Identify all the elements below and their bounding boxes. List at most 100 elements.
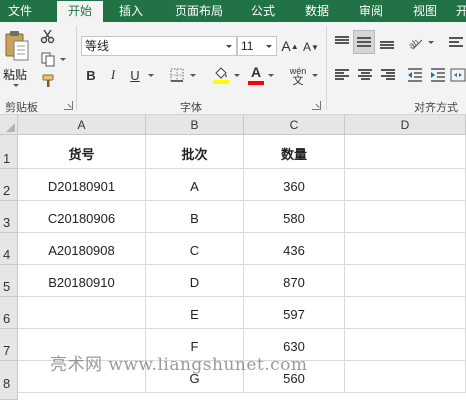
borders-button[interactable]	[168, 66, 186, 84]
row-header[interactable]: 4	[0, 233, 18, 265]
grow-font-label: A	[281, 38, 291, 54]
borders-dropdown-icon[interactable]	[190, 74, 196, 77]
underline-button[interactable]: U	[126, 66, 144, 84]
paste-label[interactable]: 粘贴	[3, 66, 27, 83]
tab-view[interactable]: 视图	[405, 0, 445, 22]
decrease-indent-button[interactable]	[405, 66, 425, 84]
fill-color-button[interactable]	[211, 64, 231, 86]
font-launcher-icon[interactable]	[312, 101, 321, 110]
cell-a4[interactable]: A20180908	[18, 233, 146, 265]
orientation-button[interactable]: ab	[405, 32, 425, 52]
merge-cells-icon	[450, 68, 466, 82]
cell-a5[interactable]: B20180910	[18, 265, 146, 297]
cell-b5[interactable]: D	[146, 265, 244, 297]
cell-d1[interactable]	[345, 135, 466, 169]
scissors-icon	[40, 29, 55, 44]
italic-button[interactable]: I	[104, 66, 122, 84]
increase-indent-button[interactable]	[428, 66, 448, 84]
cut-button[interactable]	[38, 26, 58, 46]
wrap-text-icon	[449, 36, 463, 48]
wrap-text-button[interactable]	[446, 32, 466, 52]
cell-d3[interactable]	[345, 201, 466, 233]
tab-insert[interactable]: 插入	[110, 0, 152, 22]
shrink-font-button[interactable]: A ▼	[302, 37, 320, 57]
tab-file[interactable]: 文件	[0, 0, 40, 22]
row-header[interactable]: 5	[0, 265, 18, 297]
cell-d6[interactable]	[345, 297, 466, 329]
align-right-button[interactable]	[378, 66, 398, 84]
cell-c2[interactable]: 360	[244, 169, 345, 201]
cell-c5[interactable]: 870	[244, 265, 345, 297]
font-color-dropdown-icon[interactable]	[268, 74, 274, 77]
row-header[interactable]: 6	[0, 297, 18, 329]
font-size-dropdown-icon[interactable]	[262, 37, 276, 55]
row-header[interactable]: 3	[0, 201, 18, 233]
tab-data[interactable]: 数据	[296, 0, 338, 22]
font-name-dropdown-icon[interactable]	[222, 37, 236, 55]
cell-c1[interactable]: 数量	[244, 135, 345, 169]
column-header-d[interactable]: D	[345, 115, 466, 135]
grow-font-button[interactable]: A ▲	[281, 36, 299, 56]
cell-b3[interactable]: B	[146, 201, 244, 233]
tab-page-layout[interactable]: 页面布局	[167, 0, 231, 22]
tab-home[interactable]: 开始	[57, 1, 103, 22]
column-header-a[interactable]: A	[18, 115, 146, 135]
paste-dropdown-icon[interactable]	[13, 84, 19, 87]
cell-a6[interactable]	[18, 297, 146, 329]
align-left-button[interactable]	[332, 66, 352, 84]
cell-a1[interactable]: 货号	[18, 135, 146, 169]
select-all-corner[interactable]	[0, 115, 18, 135]
paste-button[interactable]	[4, 28, 30, 64]
clipboard-launcher-icon[interactable]	[64, 101, 73, 110]
font-color-button[interactable]: A	[246, 64, 266, 86]
cell-d2[interactable]	[345, 169, 466, 201]
cell-d4[interactable]	[345, 233, 466, 265]
align-center-button[interactable]	[355, 66, 375, 84]
format-painter-button[interactable]	[38, 72, 58, 90]
orientation-dropdown-icon[interactable]	[428, 41, 434, 44]
row-header[interactable]: 7	[0, 329, 18, 361]
tab-review[interactable]: 审阅	[350, 0, 392, 22]
phonetic-dropdown-icon[interactable]	[312, 74, 318, 77]
font-size-box[interactable]: 11	[237, 36, 277, 56]
fill-color-dropdown-icon[interactable]	[234, 74, 240, 77]
bottom-align-button[interactable]	[377, 32, 397, 52]
group-separator	[326, 26, 327, 110]
copy-dropdown-icon[interactable]	[60, 58, 66, 61]
cell-c4[interactable]: 436	[244, 233, 345, 265]
middle-align-button[interactable]	[353, 30, 375, 54]
merge-center-button[interactable]	[450, 66, 466, 84]
cell-c6[interactable]: 597	[244, 297, 345, 329]
cell-b6[interactable]: E	[146, 297, 244, 329]
cell-d8[interactable]	[345, 361, 466, 393]
font-name-box[interactable]: 等线	[81, 36, 237, 56]
underline-dropdown-icon[interactable]	[148, 74, 154, 77]
cell-b1[interactable]: 批次	[146, 135, 244, 169]
bottom-align-icon	[380, 36, 394, 49]
cell-a3[interactable]: C20180906	[18, 201, 146, 233]
row-header[interactable]: 1	[0, 135, 18, 169]
column-header-b[interactable]: B	[146, 115, 244, 135]
font-size-value: 11	[241, 39, 254, 53]
cell-d7[interactable]	[345, 329, 466, 361]
column-header-c[interactable]: C	[244, 115, 345, 135]
tab-formulas[interactable]: 公式	[243, 0, 283, 22]
group-label-alignment: 对齐方式	[414, 102, 458, 114]
paint-bucket-icon	[215, 67, 227, 79]
tab-partial[interactable]: 开	[455, 0, 466, 22]
copy-icon	[41, 52, 55, 67]
ribbon-tab-bar: 文件 开始 插入 页面布局 公式 数据 审阅 视图 开	[0, 0, 466, 22]
bold-button[interactable]: B	[82, 66, 100, 84]
row-header[interactable]: 8	[0, 361, 18, 400]
align-center-icon	[358, 69, 372, 81]
paintbrush-icon	[42, 74, 54, 87]
cell-d5[interactable]	[345, 265, 466, 297]
cell-b2[interactable]: A	[146, 169, 244, 201]
top-align-button[interactable]	[332, 32, 352, 52]
copy-button[interactable]	[38, 50, 58, 68]
cell-a2[interactable]: D20180901	[18, 169, 146, 201]
row-header[interactable]: 2	[0, 169, 18, 201]
phonetic-guide-button[interactable]: wén 文	[286, 64, 310, 88]
cell-c3[interactable]: 580	[244, 201, 345, 233]
cell-b4[interactable]: C	[146, 233, 244, 265]
